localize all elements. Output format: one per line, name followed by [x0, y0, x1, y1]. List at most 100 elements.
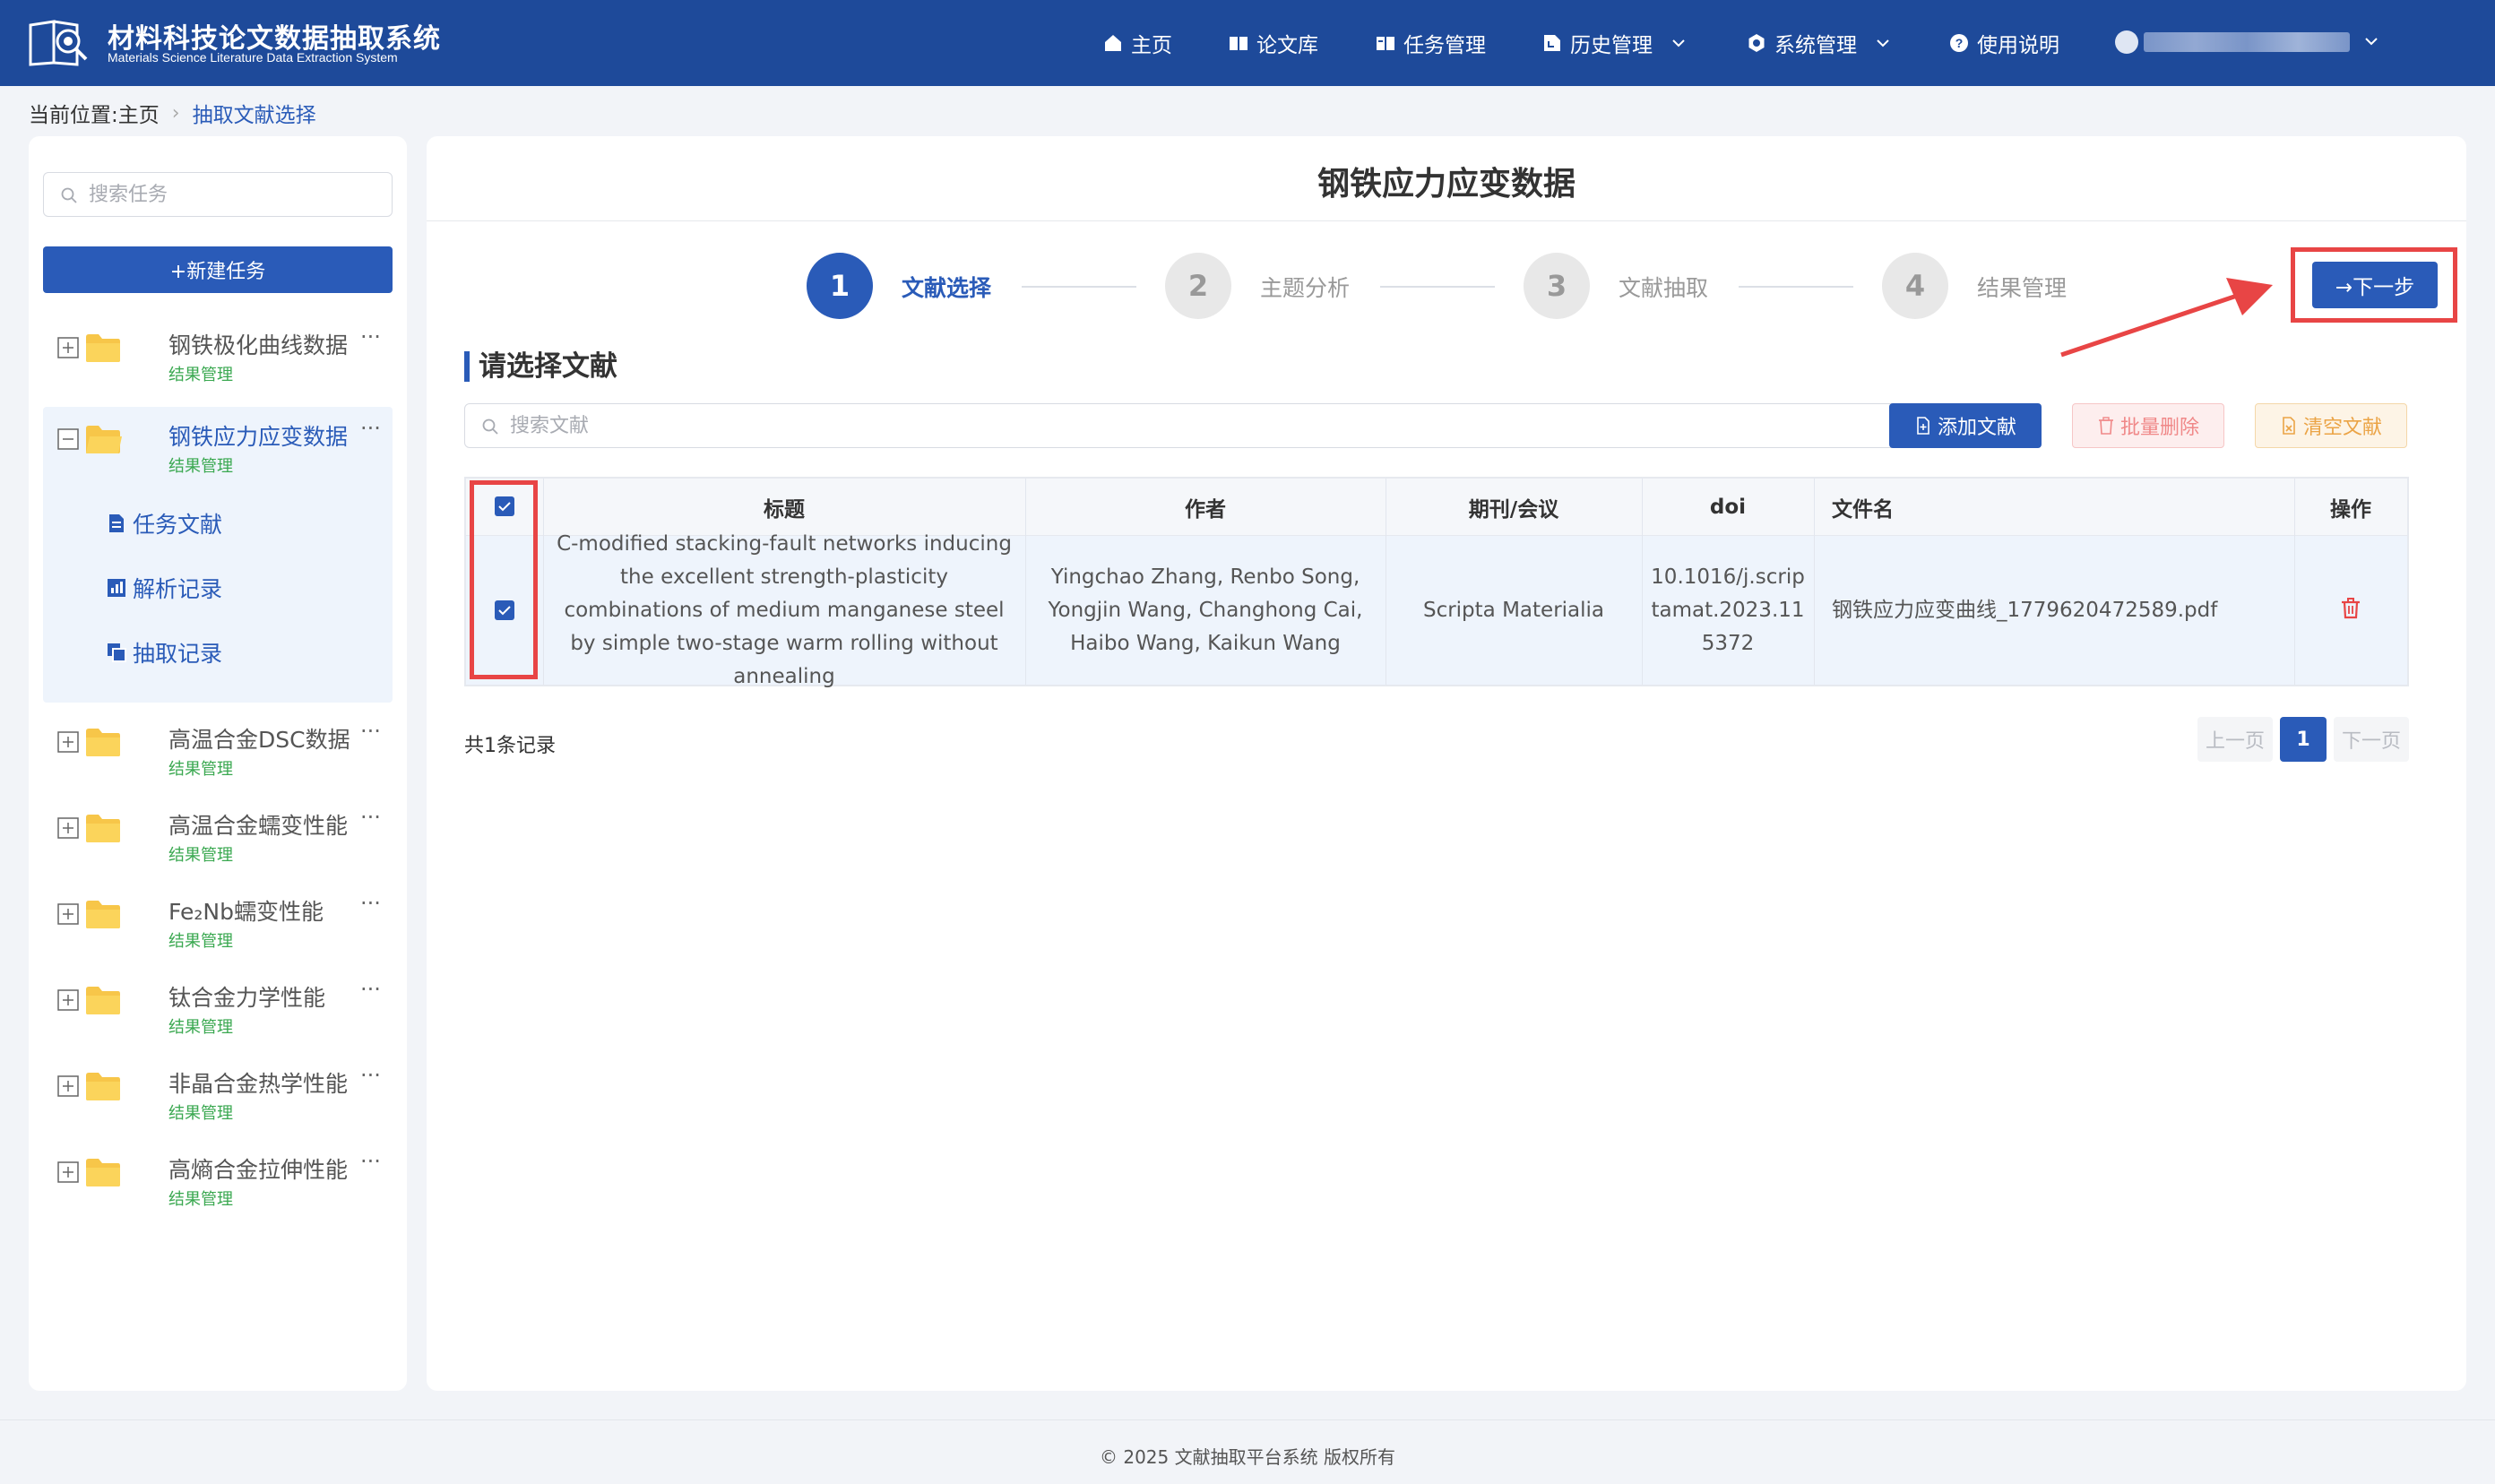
step-2-circle[interactable]: 2 [1165, 253, 1231, 319]
step-1-label[interactable]: 文献选择 [902, 271, 991, 303]
folder-icon [86, 987, 120, 1014]
breadcrumb-home[interactable]: 主页 [118, 98, 160, 128]
page-number-button[interactable]: 1 [2280, 717, 2327, 762]
nav-library-label: 论文库 [1256, 34, 1318, 57]
task-sidebar: +新建任务 钢铁极化曲线数据 结果管理 ··· 钢铁应力应变数据 结果管理 ··… [29, 136, 407, 1391]
home-icon [1105, 35, 1121, 51]
expand-icon[interactable] [57, 903, 79, 925]
folder-icon [86, 1073, 120, 1100]
chevron-down-icon[interactable] [2362, 32, 2380, 50]
username-redacted[interactable] [2144, 32, 2350, 52]
checkbox-highlight [470, 480, 538, 679]
top-navbar: 材料科技论文数据抽取系统 Materials Science Literatur… [0, 0, 2495, 86]
next-step-button[interactable]: →下一步 [2312, 262, 2438, 308]
subitem-task-documents[interactable]: 任务文献 [106, 505, 222, 541]
step-1-circle[interactable]: 1 [807, 253, 873, 319]
more-icon[interactable]: ··· [360, 324, 381, 349]
total-records: 共1条记录 [464, 735, 556, 757]
document-search-box[interactable] [464, 403, 1912, 448]
collapse-icon[interactable] [57, 428, 79, 450]
more-icon[interactable]: ··· [360, 719, 381, 744]
task-item[interactable]: 高温合金蠕变性能 结果管理 ··· [43, 796, 393, 871]
task-item[interactable]: 钢铁极化曲线数据 结果管理 ··· [43, 315, 393, 391]
task-status: 结果管理 [168, 1190, 233, 1209]
prev-page-button[interactable]: 上一页 [2197, 717, 2273, 762]
expand-icon[interactable] [57, 1161, 79, 1183]
more-icon[interactable]: ··· [360, 805, 381, 830]
nav-tasks[interactable]: 任务管理 [1375, 27, 1486, 59]
step-4-label[interactable]: 结果管理 [1977, 271, 2067, 303]
task-search-box[interactable] [43, 172, 393, 217]
more-icon[interactable]: ··· [360, 416, 381, 441]
cell-filename: 钢铁应力应变曲线_1779620472589.pdf [1832, 598, 2218, 622]
cell-authors: Yingchao Zhang, Renbo Song, Yongjin Wang… [1048, 565, 1363, 655]
step-3-label[interactable]: 文献抽取 [1619, 271, 1708, 303]
task-name: 高温合金DSC数据 [168, 727, 350, 753]
nav-help[interactable]: ? 使用说明 [1948, 27, 2059, 59]
cell-title: C-modified stacking-fault networks induc… [557, 531, 1012, 688]
page-title: 钢铁应力应变数据 [1317, 166, 1576, 203]
nav-library[interactable]: 论文库 [1228, 27, 1318, 59]
more-icon[interactable]: ··· [360, 977, 381, 1002]
task-item[interactable]: 非晶合金热学性能 结果管理 ··· [43, 1054, 393, 1129]
nav-help-label: 使用说明 [1977, 34, 2059, 57]
app-subtitle: Materials Science Literature Data Extrac… [108, 50, 398, 65]
expand-icon[interactable] [57, 731, 79, 753]
step-connector [1022, 286, 1136, 288]
new-task-button[interactable]: +新建任务 [43, 246, 393, 293]
chevron-down-icon [1672, 39, 1685, 47]
breadcrumb-separator: › [171, 101, 180, 125]
more-icon[interactable]: ··· [360, 1149, 381, 1174]
add-document-button[interactable]: 添加文献 [1889, 403, 2042, 448]
gear-icon [1748, 34, 1765, 52]
task-name: 高熵合金拉伸性能 [168, 1157, 349, 1183]
folder-icon [86, 1159, 120, 1186]
nav-system[interactable]: 系统管理 [1746, 27, 1891, 59]
expand-icon[interactable] [57, 1075, 79, 1097]
task-item[interactable]: Fe₂Nb蠕变性能 结果管理 ··· [43, 882, 393, 957]
expand-icon[interactable] [57, 989, 79, 1011]
folder-icon [86, 901, 120, 928]
nav-system-label: 系统管理 [1774, 34, 1857, 57]
task-item[interactable]: 钛合金力学性能 结果管理 ··· [43, 968, 393, 1043]
subitem-extract-records[interactable]: 抽取记录 [106, 634, 222, 670]
task-item[interactable]: 高温合金DSC数据 结果管理 ··· [43, 710, 393, 785]
task-name: 钢铁极化曲线数据 [168, 332, 349, 358]
breadcrumb-prefix: 当前位置: [29, 104, 118, 127]
step-3-circle[interactable]: 3 [1524, 253, 1590, 319]
logo-icon [29, 20, 88, 66]
task-name: Fe₂Nb蠕变性能 [168, 899, 324, 925]
nav-history[interactable]: 历史管理 [1541, 27, 1687, 59]
task-item-selected[interactable]: 钢铁应力应变数据 结果管理 ··· 任务文献 解析记录 抽取记录 [43, 407, 393, 703]
task-status: 结果管理 [168, 457, 233, 476]
avatar[interactable] [2115, 30, 2138, 54]
subitem-parse-records[interactable]: 解析记录 [106, 570, 222, 606]
task-name: 高温合金蠕变性能 [168, 813, 349, 839]
expand-icon[interactable] [57, 817, 79, 839]
batch-delete-button[interactable]: 批量删除 [2072, 403, 2224, 448]
task-status: 结果管理 [168, 932, 233, 951]
step-4-circle[interactable]: 4 [1882, 253, 1948, 319]
delete-icon[interactable] [2339, 597, 2362, 620]
folder-icon [86, 334, 120, 362]
cell-doi: 10.1016/j.scriptamat.2023.115372 [1651, 565, 1805, 655]
expand-icon[interactable] [57, 337, 79, 358]
task-name: 非晶合金热学性能 [168, 1071, 349, 1097]
task-search-input[interactable] [89, 180, 384, 209]
task-item[interactable]: 高熵合金拉伸性能 结果管理 ··· [43, 1140, 393, 1215]
chevron-down-icon [1877, 39, 1889, 47]
clear-documents-button[interactable]: 清空文献 [2255, 403, 2407, 448]
breadcrumb-current: 抽取文献选择 [192, 104, 316, 127]
clear-documents-label: 清空文献 [2302, 417, 2382, 439]
more-icon[interactable]: ··· [360, 1063, 381, 1088]
chart-icon [108, 579, 125, 597]
task-status: 结果管理 [168, 1104, 233, 1123]
task-icon [1377, 37, 1394, 50]
step-2-label[interactable]: 主题分析 [1260, 271, 1350, 303]
task-status: 结果管理 [168, 760, 233, 779]
next-page-button[interactable]: 下一页 [2334, 717, 2409, 762]
more-icon[interactable]: ··· [360, 891, 381, 916]
document-search-input[interactable] [510, 411, 1890, 440]
nav-home[interactable]: 主页 [1102, 27, 1172, 59]
column-header-doi: doi [1709, 496, 1747, 519]
